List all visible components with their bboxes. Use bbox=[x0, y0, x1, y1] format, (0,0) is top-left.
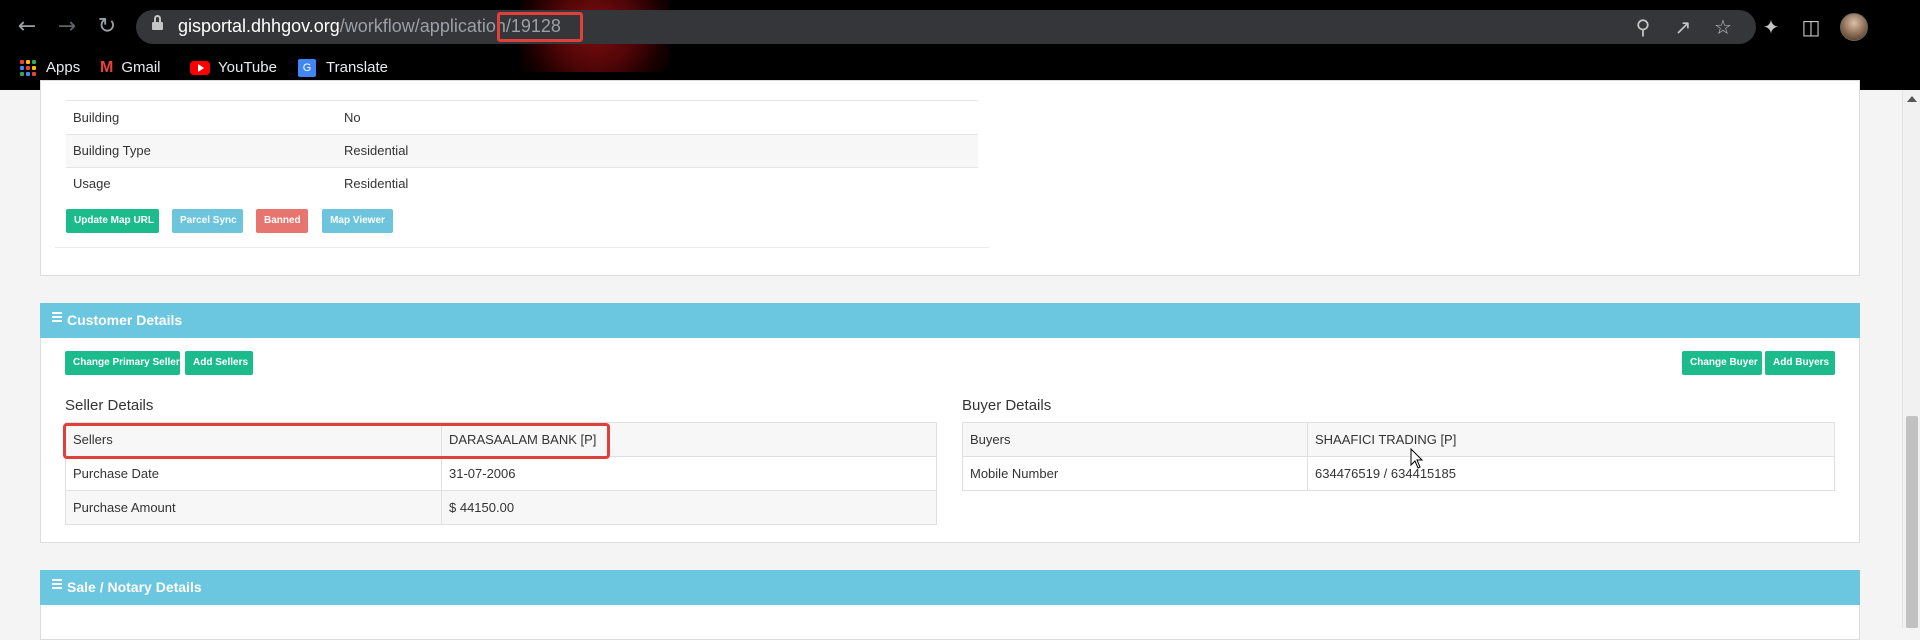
buyer-details-title: Buyer Details bbox=[962, 397, 1052, 414]
side-panel-icon[interactable]: ◫ bbox=[1798, 14, 1824, 40]
row-value: $ 44150.00 bbox=[441, 490, 937, 525]
change-primary-seller-button[interactable]: Change Primary Seller bbox=[65, 351, 180, 375]
row-label: Mobile Number bbox=[962, 456, 1308, 491]
sellers-row-highlight bbox=[63, 423, 610, 459]
map-viewer-button[interactable]: Map Viewer bbox=[322, 209, 393, 233]
scrollbar-thumb[interactable] bbox=[1906, 416, 1918, 628]
star-icon[interactable]: ☆ bbox=[1710, 14, 1736, 40]
add-buyers-button[interactable]: Add Buyers bbox=[1765, 351, 1835, 375]
gmail-icon: M bbox=[100, 59, 114, 77]
divider bbox=[55, 247, 989, 248]
lock-icon[interactable] bbox=[152, 15, 163, 32]
row-value: Residential bbox=[344, 176, 409, 192]
row-label: Purchase Amount bbox=[65, 490, 442, 525]
update-map-url-button[interactable]: Update Map URL bbox=[66, 209, 159, 233]
bookmark-label: Gmail bbox=[121, 59, 161, 76]
youtube-icon bbox=[190, 61, 210, 76]
row-value: Residential bbox=[344, 143, 409, 158]
apps-grid-icon bbox=[20, 60, 36, 77]
row-value: 634476519 / 634415185 bbox=[1307, 456, 1835, 491]
zoom-out-icon[interactable]: ⚲ bbox=[1630, 14, 1656, 40]
row-label: Building bbox=[73, 109, 120, 125]
bookmark-label: YouTube bbox=[218, 59, 277, 76]
forward-arrow-icon[interactable]: → bbox=[52, 12, 82, 42]
customer-details-header: Customer Details bbox=[40, 303, 1860, 338]
table-row: Mobile Number 634476519 / 634415185 bbox=[962, 456, 1835, 491]
bookmark-label: Translate bbox=[326, 59, 388, 76]
section-title: Customer Details bbox=[67, 312, 183, 328]
mouse-cursor-icon bbox=[1410, 448, 1424, 469]
buyer-details-table: Buyers SHAAFICI TRADING [P] Mobile Numbe… bbox=[962, 422, 1835, 491]
bookmark-translate[interactable]: G Translate bbox=[298, 56, 388, 80]
sale-notary-header: Sale / Notary Details bbox=[40, 570, 1860, 605]
list-icon bbox=[52, 312, 62, 322]
url-id-highlight bbox=[497, 12, 583, 42]
table-row: Building No bbox=[66, 101, 978, 134]
bookmark-apps[interactable]: Apps bbox=[20, 56, 80, 80]
table-row: Buyers SHAAFICI TRADING [P] bbox=[962, 422, 1835, 457]
row-value: No bbox=[344, 109, 361, 125]
bookmark-gmail[interactable]: M Gmail bbox=[100, 56, 161, 80]
add-sellers-button[interactable]: Add Sellers bbox=[185, 351, 253, 375]
row-label: Usage bbox=[73, 176, 111, 192]
page-scrollbar[interactable] bbox=[1902, 90, 1920, 628]
seller-details-title: Seller Details bbox=[65, 397, 154, 414]
table-row: Purchase Date 31-07-2006 bbox=[65, 456, 937, 491]
row-label: Building Type bbox=[73, 143, 151, 158]
profile-avatar[interactable] bbox=[1840, 13, 1868, 41]
table-row: Usage Residential bbox=[66, 167, 978, 200]
row-label: Purchase Date bbox=[65, 456, 442, 491]
row-value: 31-07-2006 bbox=[441, 456, 937, 491]
row-value: SHAAFICI TRADING [P] bbox=[1307, 422, 1835, 457]
extensions-puzzle-icon[interactable]: ✦ bbox=[1758, 14, 1784, 40]
parcel-sync-button[interactable]: Parcel Sync bbox=[172, 209, 243, 233]
reload-icon[interactable]: ↻ bbox=[92, 12, 122, 42]
property-details-panel: Building No Building Type Residential Us… bbox=[40, 80, 1860, 276]
row-label: Buyers bbox=[962, 422, 1308, 457]
browser-chrome: ← → ↻ gisportal.dhhgov.org/workflow/appl… bbox=[0, 0, 1920, 90]
section-title: Sale / Notary Details bbox=[67, 579, 202, 595]
url-host: gisportal.dhhgov.org bbox=[178, 16, 340, 36]
scroll-up-arrow-icon[interactable] bbox=[1907, 96, 1917, 102]
share-icon[interactable]: ↗ bbox=[1670, 14, 1696, 40]
table-row: Purchase Amount $ 44150.00 bbox=[65, 490, 937, 525]
bookmark-youtube[interactable]: YouTube bbox=[190, 56, 277, 80]
list-icon bbox=[52, 579, 62, 589]
property-table: Building No Building Type Residential Us… bbox=[66, 91, 978, 200]
back-arrow-icon[interactable]: ← bbox=[12, 12, 42, 42]
table-row: Building Type Residential bbox=[66, 134, 978, 167]
change-buyer-button[interactable]: Change Buyer bbox=[1682, 351, 1762, 375]
banned-button[interactable]: Banned bbox=[256, 209, 308, 233]
translate-icon: G bbox=[298, 59, 316, 78]
page-content: Building No Building Type Residential Us… bbox=[0, 80, 1920, 640]
bookmark-label: Apps bbox=[46, 59, 81, 76]
